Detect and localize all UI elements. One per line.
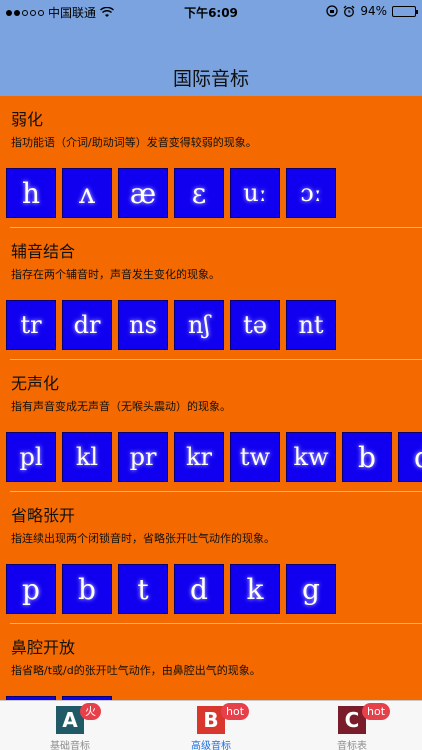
phonetic-symbol-button[interactable]: ɔː — [286, 168, 336, 218]
phonetic-symbol-button[interactable]: d — [398, 432, 422, 482]
phonetic-symbol-button[interactable]: æ — [118, 168, 168, 218]
section-title: 辅音结合 — [11, 242, 76, 261]
status-bar: 中国联通 下午6:09 94% — [0, 0, 422, 22]
tab-label: 高级音标 — [191, 741, 231, 750]
phonetic-symbol-button[interactable]: b — [62, 564, 112, 614]
tab-label: 音标表 — [337, 741, 367, 750]
phonetic-symbol-button[interactable]: tr — [6, 300, 56, 350]
symbol-row: plklprkrtwkwbd — [6, 432, 422, 482]
phonetic-symbol-button[interactable]: pr — [118, 432, 168, 482]
tab-badge: 火 — [80, 703, 101, 720]
section-description: 指存在两个辅音时，声音发生变化的现象。 — [11, 268, 220, 281]
section-description: 指功能语（介词/助动词等）发音变得较弱的现象。 — [11, 136, 257, 149]
app-screen: 中国联通 下午6:09 94% 国际音标 弱化指功能语（介词/助动词等）发音变得… — [0, 0, 422, 750]
phonetic-symbol-button[interactable]: tə — [230, 300, 280, 350]
symbol-row: pbtdkg — [6, 564, 336, 614]
battery-icon — [392, 5, 418, 17]
section-title: 省略张开 — [11, 506, 76, 525]
section-description: 指省略/t或/d的张开吐气动作，由鼻腔出气的现象。 — [11, 664, 261, 677]
section-description: 指连续出现两个闭锁音时，省略张开吐气动作的现象。 — [11, 532, 275, 545]
phonetic-symbol-button[interactable]: t — [118, 564, 168, 614]
header: 中国联通 下午6:09 94% 国际音标 — [0, 0, 422, 96]
tab-bar: A 火基础音标 Bhot 高级音标 Chot 音标表 — [0, 700, 422, 750]
phonetic-symbol-button[interactable]: h — [6, 168, 56, 218]
section: 鼻腔开放指省略/t或/d的张开吐气动作，由鼻腔出气的现象。 — [0, 624, 422, 700]
phonetic-symbol-button[interactable]: g — [286, 564, 336, 614]
section-title: 无声化 — [11, 374, 60, 393]
status-right: 94% — [326, 4, 418, 18]
alarm-icon — [343, 5, 355, 17]
phonetic-symbol-button[interactable]: b — [342, 432, 392, 482]
section: 弱化指功能语（介词/助动词等）发音变得较弱的现象。 h ʌ æ ɛ uː ɔː — [0, 96, 422, 228]
battery-percent: 94% — [360, 4, 387, 18]
page-title: 国际音标 — [172, 68, 249, 90]
section-description: 指有声音变成无声音（无喉头震动）的现象。 — [11, 400, 231, 413]
phonetic-symbol-button[interactable]: nʃ — [174, 300, 224, 350]
phonetic-symbol-button[interactable]: pl — [6, 432, 56, 482]
section: 无声化指有声音变成无声音（无喉头震动）的现象。 plklprkrtwkwbd — [0, 360, 422, 492]
tab-badge: hot — [221, 703, 250, 720]
tab-item[interactable]: Chot 音标表 — [282, 701, 422, 750]
phonetic-symbol-button[interactable]: d — [174, 564, 224, 614]
section-title: 弱化 — [11, 110, 44, 129]
symbol-row: h ʌ æ ɛ uː ɔː — [6, 168, 336, 218]
phonetic-symbol-button[interactable]: ɛ — [174, 168, 224, 218]
tab-badge: hot — [362, 703, 391, 720]
tab-item[interactable]: A 火基础音标 — [0, 701, 140, 750]
section-list[interactable]: 弱化指功能语（介词/助动词等）发音变得较弱的现象。 h ʌ æ ɛ uː ɔː 辅音结合指存在… — [0, 96, 422, 700]
phonetic-symbol-button[interactable]: kw — [286, 432, 336, 482]
section: 辅音结合指存在两个辅音时，声音发生变化的现象。 tr dr ns nʃ tə nt — [0, 228, 422, 360]
phonetic-symbol-button[interactable]: tw — [230, 432, 280, 482]
tab-item[interactable]: Bhot 高级音标 — [141, 701, 281, 750]
phonetic-symbol-button[interactable]: ns — [118, 300, 168, 350]
phonetic-symbol-button[interactable]: kl — [62, 432, 112, 482]
tab-label: 基础音标 — [50, 741, 90, 750]
phonetic-symbol-button[interactable]: kr — [174, 432, 224, 482]
phonetic-symbol-button[interactable]: nt — [286, 300, 336, 350]
phonetic-symbol-button[interactable]: ʌ — [62, 168, 112, 218]
symbol-row: tr dr ns nʃ tə nt — [6, 300, 336, 350]
phonetic-symbol-button[interactable]: uː — [230, 168, 280, 218]
phonetic-symbol-button[interactable]: p — [6, 564, 56, 614]
section: 省略张开指连续出现两个闭锁音时，省略张开吐气动作的现象。 p b t d k g — [0, 492, 422, 624]
rotation-lock-icon — [326, 5, 338, 17]
section-title: 鼻腔开放 — [11, 638, 76, 657]
phonetic-symbol-button[interactable]: k — [230, 564, 280, 614]
phonetic-symbol-button[interactable]: dr — [62, 300, 112, 350]
